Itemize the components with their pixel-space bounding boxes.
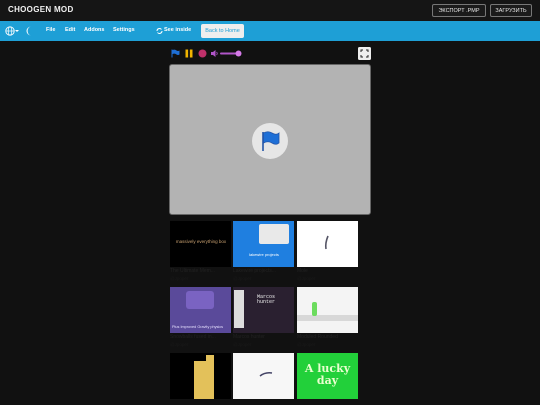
app-root: CHOOGEN MOD ЭКСПОРТ .PMP ЗАГРУЗИТЬ File … (0, 0, 540, 405)
sprite-icon (259, 372, 273, 377)
character-figure (234, 290, 244, 328)
project-thumbnail[interactable] (297, 221, 358, 267)
fullscreen-icon[interactable] (358, 47, 371, 60)
thumbnail-caption: massively everything box (175, 239, 227, 244)
volume-icon[interactable] (211, 50, 219, 57)
project-title[interactable]: Snowballs fused in... (170, 334, 232, 340)
stop-icon[interactable] (198, 49, 207, 58)
folder-icon (259, 224, 289, 244)
tile-stack (194, 361, 214, 399)
thumbnail-caption: A lucky day (304, 362, 351, 387)
project-title[interactable]: The Ultimate Mem... (170, 268, 232, 274)
project-title[interactable]: Lakewire projects... (233, 268, 295, 274)
tile-block (206, 355, 214, 363)
project-thumbnail[interactable] (297, 287, 358, 333)
globe-icon[interactable] (5, 26, 15, 36)
top-bar: CHOOGEN MOD ЭКСПОРТ .PMP ЗАГРУЗИТЬ (0, 0, 540, 21)
thumbnail-caption: Plus Improved Gravity physics (172, 325, 224, 329)
upload-button[interactable]: ЗАГРУЗИТЬ (490, 4, 532, 17)
back-to-home-button[interactable]: Back to Home (201, 24, 244, 38)
sprite-figure (312, 302, 317, 316)
project-title[interactable]: Mole (297, 268, 359, 274)
thumbnail-caption: Marcos hunter (257, 294, 276, 305)
project-author[interactable]: @Jpoper (297, 276, 359, 281)
thumbnail-caption: lakewire projects (249, 252, 279, 257)
project-thumbnail[interactable]: Plus Improved Gravity physics (170, 287, 231, 333)
volume-slider[interactable] (220, 50, 242, 57)
project-author[interactable]: @Jpoper (297, 342, 359, 347)
project-thumbnail[interactable]: A lucky day (297, 353, 358, 399)
thumbnail-graphic (186, 291, 214, 309)
project-author[interactable]: @Jpoper (170, 276, 232, 281)
project-author[interactable]: @Jpoper (233, 342, 295, 347)
pause-icon[interactable] (185, 49, 193, 58)
project-thumbnail[interactable]: massively everything box (170, 221, 231, 267)
moon-icon[interactable] (26, 26, 34, 36)
menu-file[interactable]: File (46, 27, 55, 33)
ground-strip (297, 315, 358, 321)
project-author[interactable]: @Jpoper (170, 342, 232, 347)
start-flag-overlay[interactable] (252, 123, 288, 159)
sprite-icon (324, 235, 329, 250)
project-title[interactable]: Moduled Rounded (297, 334, 359, 340)
menu-bar: File Edit Addons Settings See inside (0, 21, 540, 41)
project-title[interactable]: Marcos hunter (233, 334, 295, 340)
chevron-down-icon[interactable] (15, 29, 19, 33)
see-inside-button[interactable]: See inside (164, 27, 191, 33)
export-button[interactable]: ЭКСПОРТ .PMP (432, 4, 486, 17)
project-thumbnail[interactable]: lakewire projects (233, 221, 294, 267)
project-author[interactable]: @Jpoper (233, 276, 295, 281)
project-thumbnail[interactable] (170, 353, 231, 399)
project-stage[interactable] (169, 64, 371, 215)
green-flag-icon (262, 131, 280, 151)
menu-settings[interactable]: Settings (113, 27, 135, 33)
project-thumbnail[interactable] (233, 353, 294, 399)
menu-addons[interactable]: Addons (84, 27, 104, 33)
remix-icon (156, 28, 163, 34)
menu-edit[interactable]: Edit (65, 27, 75, 33)
brand-title: CHOOGEN MOD (8, 5, 74, 14)
green-flag-icon[interactable] (171, 49, 180, 58)
project-thumbnail[interactable]: Marcos hunter (233, 287, 294, 333)
